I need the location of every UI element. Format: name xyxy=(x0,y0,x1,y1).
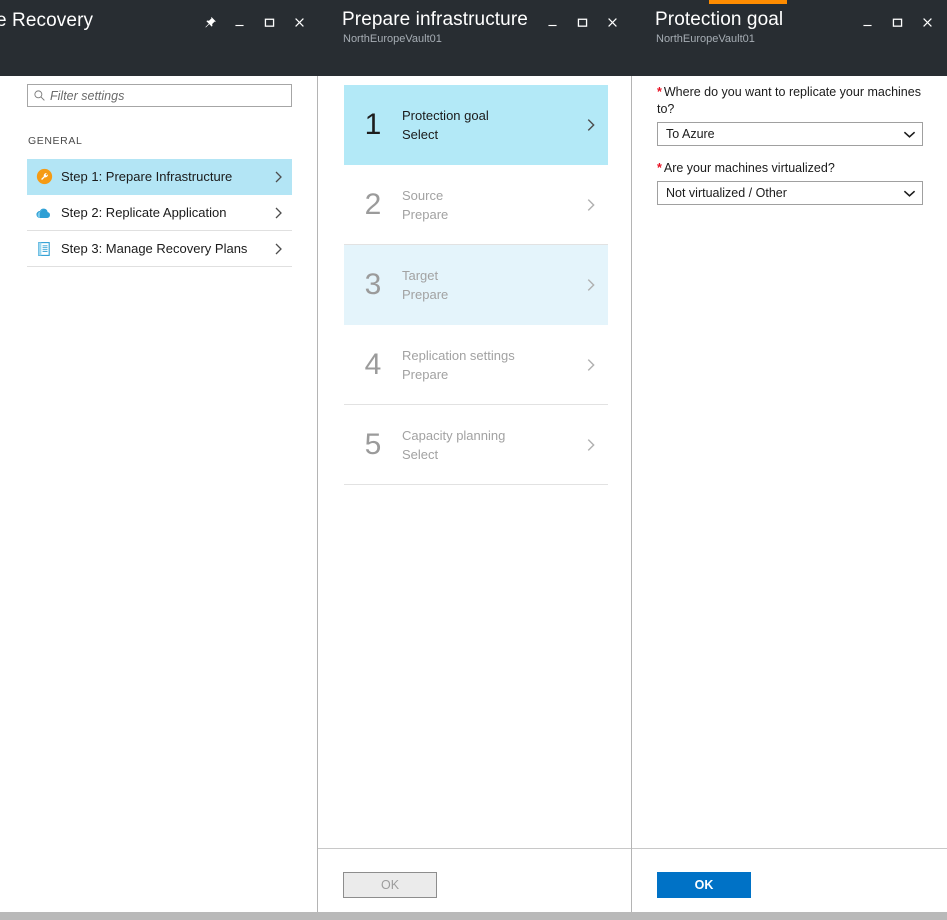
recovery-plans-icon xyxy=(27,241,61,257)
left-blade-body: GENERAL Step 1: Prepare Infrastructure xyxy=(0,76,318,920)
step-subtitle: Prepare xyxy=(402,365,574,384)
step-number: 1 xyxy=(344,110,402,140)
bottom-chrome-strip xyxy=(0,912,947,920)
field-label: *Where do you want to replicate your mac… xyxy=(657,84,923,118)
maximize-icon[interactable] xyxy=(567,10,597,34)
right-window-controls xyxy=(852,10,942,34)
chevron-right-icon xyxy=(574,197,608,213)
step-title: Source xyxy=(402,186,574,205)
minimize-icon[interactable] xyxy=(224,10,254,34)
step-item-protection-goal[interactable]: 1 Protection goal Select xyxy=(344,85,608,165)
step-subtitle: Prepare xyxy=(402,285,574,304)
step-item-capacity-planning[interactable]: 5 Capacity planning Select xyxy=(344,405,608,485)
mid-blade-header: Prepare infrastructure NorthEuropeVault0… xyxy=(318,0,632,76)
right-blade-title: Protection goal xyxy=(655,9,783,31)
step-item-replication-settings[interactable]: 4 Replication settings Prepare xyxy=(344,325,608,405)
machines-virtualized-select[interactable]: Not virtualized / Other xyxy=(657,181,923,205)
mid-window-controls xyxy=(537,10,627,34)
field-machines-virtualized: *Are your machines virtualized? Not virt… xyxy=(657,160,923,205)
prepare-infrastructure-icon xyxy=(27,168,61,185)
step-text: Source Prepare xyxy=(402,186,574,224)
filter-settings-box[interactable] xyxy=(27,84,292,107)
maximize-icon[interactable] xyxy=(254,10,284,34)
step-title: Protection goal xyxy=(402,106,574,125)
right-blade-footer: OK xyxy=(632,848,947,920)
step-text: Target Prepare xyxy=(402,266,574,304)
minimize-icon[interactable] xyxy=(852,10,882,34)
step-subtitle: Select xyxy=(402,125,574,144)
field-label-text: Where do you want to replicate your mach… xyxy=(657,85,921,116)
minimize-icon[interactable] xyxy=(537,10,567,34)
mid-blade-footer: OK xyxy=(318,848,632,920)
sidebar-item-label: Step 2: Replicate Application xyxy=(61,205,266,220)
mid-blade-subtitle: NorthEuropeVault01 xyxy=(343,33,442,45)
site-recovery-blade: e Recovery xyxy=(0,0,318,920)
chevron-down-icon xyxy=(896,189,922,198)
step-item-target[interactable]: 3 Target Prepare xyxy=(344,245,608,325)
cloud-replicate-icon xyxy=(27,204,61,222)
mid-blade-title: Prepare infrastructure xyxy=(342,9,528,31)
chevron-right-icon xyxy=(574,357,608,373)
right-blade-subtitle: NorthEuropeVault01 xyxy=(656,33,755,45)
field-label: *Are your machines virtualized? xyxy=(657,160,923,177)
required-marker: * xyxy=(657,161,662,175)
ok-button-disabled[interactable]: OK xyxy=(343,872,437,898)
step-title: Capacity planning xyxy=(402,426,574,445)
replicate-target-select[interactable]: To Azure xyxy=(657,122,923,146)
close-icon[interactable] xyxy=(284,10,314,34)
chevron-right-icon xyxy=(266,242,292,256)
settings-group-label: GENERAL xyxy=(28,135,82,147)
search-icon xyxy=(28,89,50,102)
step-number: 3 xyxy=(344,270,402,300)
chevron-right-icon xyxy=(574,437,608,453)
settings-nav-list: Step 1: Prepare Infrastructure Step 2: R… xyxy=(27,159,292,267)
chevron-down-icon xyxy=(896,130,922,139)
steps-list: 1 Protection goal Select 2 Source Prepar… xyxy=(344,85,608,485)
protection-goal-blade: Protection goal NorthEuropeVault01 *Wher… xyxy=(632,0,947,920)
blade-separator-right xyxy=(631,76,632,912)
select-value: To Azure xyxy=(658,127,896,141)
close-icon[interactable] xyxy=(912,10,942,34)
left-blade-header: e Recovery xyxy=(0,0,318,76)
right-blade-header: Protection goal NorthEuropeVault01 xyxy=(632,0,947,76)
left-blade-title: e Recovery xyxy=(0,10,93,32)
maximize-icon[interactable] xyxy=(882,10,912,34)
sidebar-item-replicate-application[interactable]: Step 2: Replicate Application xyxy=(27,195,292,231)
ok-button[interactable]: OK xyxy=(657,872,751,898)
pin-icon[interactable] xyxy=(194,10,224,34)
chevron-right-icon xyxy=(574,277,608,293)
step-text: Replication settings Prepare xyxy=(402,346,574,384)
field-label-text: Are your machines virtualized? xyxy=(664,161,835,175)
step-number: 2 xyxy=(344,190,402,220)
filter-settings-input[interactable] xyxy=(50,89,291,103)
step-subtitle: Prepare xyxy=(402,205,574,224)
step-number: 4 xyxy=(344,350,402,380)
azure-portal-blades: e Recovery xyxy=(0,0,947,920)
step-item-source[interactable]: 2 Source Prepare xyxy=(344,165,608,245)
left-window-controls xyxy=(194,10,314,34)
step-subtitle: Select xyxy=(402,445,574,464)
step-text: Protection goal Select xyxy=(402,106,574,144)
chevron-right-icon xyxy=(266,206,292,220)
step-number: 5 xyxy=(344,430,402,460)
sidebar-item-prepare-infrastructure[interactable]: Step 1: Prepare Infrastructure xyxy=(27,159,292,195)
step-text: Capacity planning Select xyxy=(402,426,574,464)
protection-goal-form: *Where do you want to replicate your mac… xyxy=(657,84,923,219)
chevron-right-icon xyxy=(574,117,608,133)
chevron-right-icon xyxy=(266,170,292,184)
right-blade-body: *Where do you want to replicate your mac… xyxy=(632,76,947,848)
blade-separator-left xyxy=(317,76,318,912)
sidebar-item-manage-recovery-plans[interactable]: Step 3: Manage Recovery Plans xyxy=(27,231,292,267)
sidebar-item-label: Step 1: Prepare Infrastructure xyxy=(61,169,266,184)
prepare-infrastructure-blade: Prepare infrastructure NorthEuropeVault0… xyxy=(318,0,632,920)
sidebar-item-label: Step 3: Manage Recovery Plans xyxy=(61,241,266,256)
required-marker: * xyxy=(657,85,662,99)
field-replicate-target: *Where do you want to replicate your mac… xyxy=(657,84,923,146)
close-icon[interactable] xyxy=(597,10,627,34)
step-title: Target xyxy=(402,266,574,285)
step-title: Replication settings xyxy=(402,346,574,365)
select-value: Not virtualized / Other xyxy=(658,186,896,200)
blade-accent-bar xyxy=(709,0,787,4)
mid-blade-body: 1 Protection goal Select 2 Source Prepar… xyxy=(318,76,632,848)
